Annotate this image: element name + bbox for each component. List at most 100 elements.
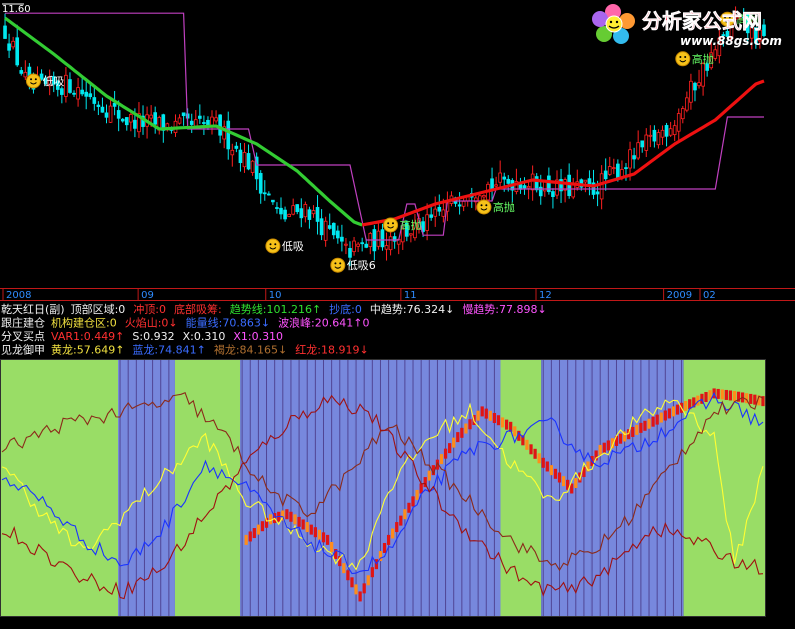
var1-bar xyxy=(330,541,334,552)
stock-chart: 11.60 低吸高抛低吸高抛低吸6高抛高抛 2008 09 10 11 12 2009 02… xyxy=(0,0,795,629)
var1-bar xyxy=(618,433,623,444)
trend-band xyxy=(118,360,175,617)
var1-bar xyxy=(724,389,728,400)
legend-item: 冲顶:0 xyxy=(133,302,166,316)
smiley-icon xyxy=(25,73,41,89)
var1-bar xyxy=(403,509,407,520)
var1-bar xyxy=(460,427,464,438)
smiley-icon xyxy=(383,217,399,233)
smiley-icon xyxy=(330,257,346,273)
var1-bar xyxy=(732,390,737,401)
var1-bar xyxy=(574,477,578,488)
annotation-label: 高抛 xyxy=(493,200,515,214)
var1-bar xyxy=(549,465,553,476)
var1-bar xyxy=(749,393,753,404)
var1-bar xyxy=(464,423,468,434)
var1-bar xyxy=(346,570,350,581)
var1-bar xyxy=(659,412,663,423)
watermark-brand: 分析家公式网 xyxy=(642,9,762,33)
var1-bar xyxy=(675,404,680,415)
legend-item: 跟庄建仓 xyxy=(1,316,45,330)
legend-item: S:0.932 xyxy=(132,330,174,343)
legend-item: VAR1:0.449↑ xyxy=(51,330,124,343)
var1-bar xyxy=(476,410,480,421)
annotation-marker: 高抛 xyxy=(476,199,515,215)
var1-bar xyxy=(305,522,309,533)
var1-bar xyxy=(313,527,317,538)
legend-item: 火焰山:0↓ xyxy=(125,316,178,330)
dragon-indicator-panel xyxy=(0,359,766,617)
var1-bar xyxy=(684,401,688,412)
var1-bar xyxy=(370,567,374,578)
legend-item: 红龙:18.919↓ xyxy=(295,344,368,357)
var1-bar xyxy=(643,420,647,431)
var1-bar xyxy=(317,529,322,540)
var1-bar xyxy=(728,390,733,401)
var1-bar xyxy=(537,453,541,464)
var1-bar xyxy=(606,440,610,451)
legend-item: X:0.310 xyxy=(183,330,226,343)
var1-bar xyxy=(720,389,724,400)
var1-bar xyxy=(553,468,558,479)
legend-item: 见龙御甲 xyxy=(1,343,45,357)
var1-bar xyxy=(488,410,492,421)
var1-bar xyxy=(545,461,549,472)
trend-band xyxy=(240,360,355,617)
date-label: 02 xyxy=(703,290,716,301)
var1-bar xyxy=(415,489,419,500)
var1-bar xyxy=(561,476,566,487)
legend-item: 蓝龙:74.841↑ xyxy=(132,344,205,357)
var1-bar xyxy=(598,444,602,455)
var1-bar xyxy=(639,422,643,433)
var1-bar xyxy=(252,528,256,539)
annotation-label: 高抛 xyxy=(400,218,422,232)
var1-bar xyxy=(480,406,484,417)
var1-bar xyxy=(635,424,639,435)
var1-bar xyxy=(704,392,708,403)
var1-bar xyxy=(399,515,403,526)
legend-item: 黄龙:57.649↑ xyxy=(51,343,124,357)
var1-bar xyxy=(439,454,444,465)
legend-item: 慢趋势:77.898↓ xyxy=(462,303,546,316)
annotation-marker: 高抛 xyxy=(675,51,714,67)
var1-bar xyxy=(395,522,399,533)
var1-bar xyxy=(391,528,395,539)
var1-bar xyxy=(504,419,509,430)
smiley-icon xyxy=(675,51,691,67)
date-label: 2009 xyxy=(667,290,692,301)
annotation-label: 低吸 xyxy=(282,240,304,253)
watermark-url: www.88gs.com xyxy=(680,34,782,48)
date-label: 2008 xyxy=(6,290,31,301)
smiley-icon xyxy=(476,199,492,215)
var1-bar xyxy=(248,531,252,542)
var1-bar xyxy=(358,591,362,602)
date-label: 11 xyxy=(404,290,417,301)
date-label: 12 xyxy=(539,290,552,301)
legend-item: 褐龙:84.165↓ xyxy=(214,343,287,357)
var1-bar xyxy=(500,417,505,428)
var1-bar xyxy=(557,472,562,483)
var1-bar xyxy=(427,470,431,481)
legend-item: 中趋势:76.324↓ xyxy=(370,303,454,316)
annotation-label: 低吸6 xyxy=(347,259,376,272)
var1-bar xyxy=(753,394,757,405)
var1-bar xyxy=(297,516,301,527)
var1-bar xyxy=(260,521,265,532)
var1-bar xyxy=(529,444,533,455)
date-label: 09 xyxy=(141,290,154,301)
var1-bar xyxy=(448,443,452,454)
trend-band xyxy=(590,360,684,617)
var1-bar xyxy=(651,416,655,427)
legend-item: 底部吸筹: xyxy=(174,302,222,316)
var1-bar xyxy=(671,406,676,417)
legend-item: 乾天红日(副) xyxy=(1,303,65,316)
legend-item: 趋势线:101.216↑ xyxy=(230,302,321,316)
var1-bar xyxy=(301,519,305,530)
var1-bar xyxy=(342,563,346,574)
var1-bar xyxy=(321,532,326,543)
var1-bar xyxy=(647,418,651,429)
annotation-marker: 低吸 xyxy=(25,73,64,89)
trend-band xyxy=(500,360,542,617)
site-watermark: 分析家公式网 www.88gs.com xyxy=(592,4,782,48)
legend-item: 机构建仓区:0 xyxy=(51,316,117,330)
